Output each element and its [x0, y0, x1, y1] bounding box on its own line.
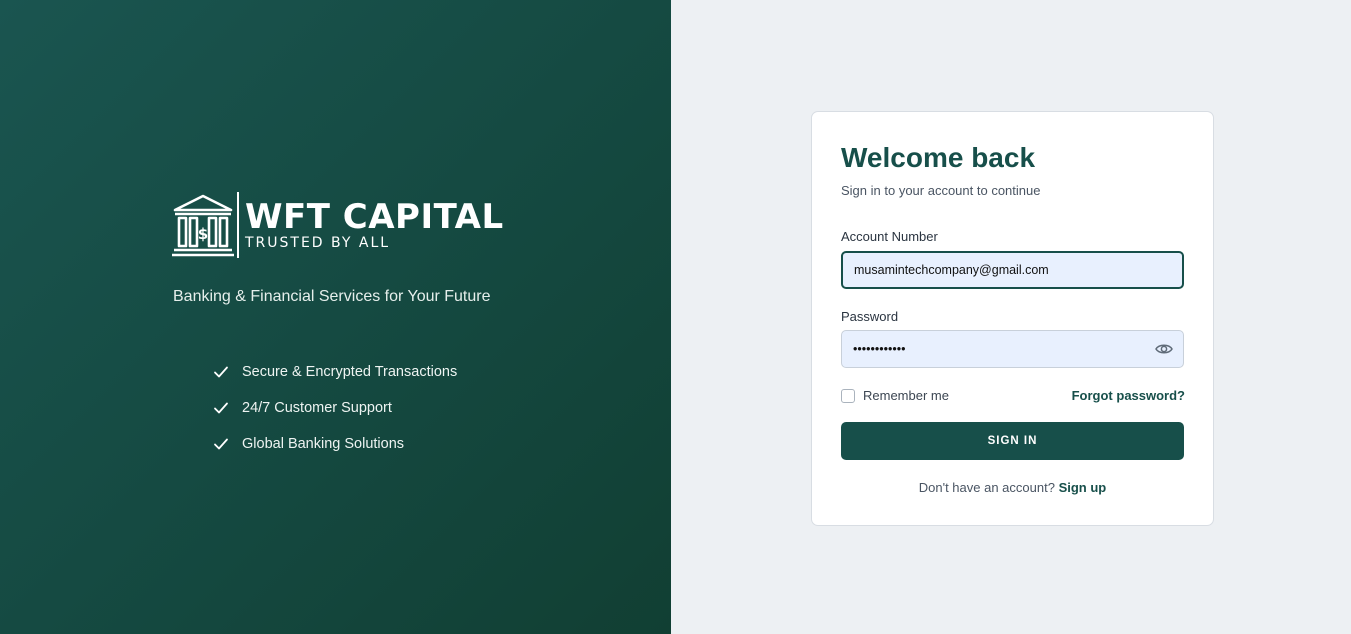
feature-item: Global Banking Solutions — [212, 426, 457, 462]
feature-item: 24/7 Customer Support — [212, 390, 457, 426]
remember-me-label: Remember me — [863, 388, 949, 403]
checkmark-icon — [214, 438, 228, 450]
brand-logo: $ WFT CAPITAL TRUSTED BY ALL — [171, 192, 504, 258]
brand-subtitle: Banking & Financial Services for Your Fu… — [173, 288, 491, 305]
account-number-input[interactable]: musamintechcompany@gmail.com — [841, 251, 1184, 289]
bank-icon: $ — [172, 194, 234, 257]
forgot-password-link[interactable]: Forgot password? — [1072, 388, 1185, 403]
svg-text:$: $ — [198, 225, 208, 243]
brand-panel: $ WFT CAPITAL TRUSTED BY ALL Banking & F… — [0, 0, 671, 634]
account-number-value: musamintechcompany@gmail.com — [854, 263, 1049, 277]
feature-list: Secure & Encrypted Transactions 24/7 Cus… — [212, 354, 457, 462]
checkmark-icon — [214, 402, 228, 414]
checkmark-icon — [214, 366, 228, 378]
remember-me[interactable]: Remember me — [841, 388, 949, 403]
brand-divider — [237, 192, 239, 258]
login-title: Welcome back — [841, 142, 1036, 173]
feature-label: Secure & Encrypted Transactions — [242, 364, 458, 380]
login-subtitle: Sign in to your account to continue — [841, 183, 1041, 198]
signup-prompt: Don't have an account? Sign up — [812, 480, 1213, 495]
sign-up-link[interactable]: Sign up — [1059, 480, 1107, 495]
brand-tagline: TRUSTED BY ALL — [245, 235, 391, 251]
sign-in-button[interactable]: SIGN IN — [841, 422, 1184, 460]
brand-name: WFT CAPITAL — [245, 197, 504, 237]
feature-label: Global Banking Solutions — [242, 436, 405, 452]
password-value: •••••••••••• — [853, 342, 906, 356]
login-panel: Welcome back Sign in to your account to … — [671, 0, 1351, 634]
password-label: Password — [841, 309, 899, 324]
eye-icon[interactable] — [1155, 341, 1173, 357]
remember-me-checkbox[interactable] — [841, 388, 855, 403]
password-input[interactable]: •••••••••••• — [841, 330, 1184, 368]
account-number-label: Account Number — [841, 229, 938, 244]
signup-prompt-text: Don't have an account? — [918, 480, 1055, 495]
brand-text: WFT CAPITAL TRUSTED BY ALL — [245, 198, 504, 252]
feature-item: Secure & Encrypted Transactions — [212, 354, 457, 390]
feature-label: 24/7 Customer Support — [242, 400, 392, 416]
login-card: Welcome back Sign in to your account to … — [811, 111, 1214, 526]
